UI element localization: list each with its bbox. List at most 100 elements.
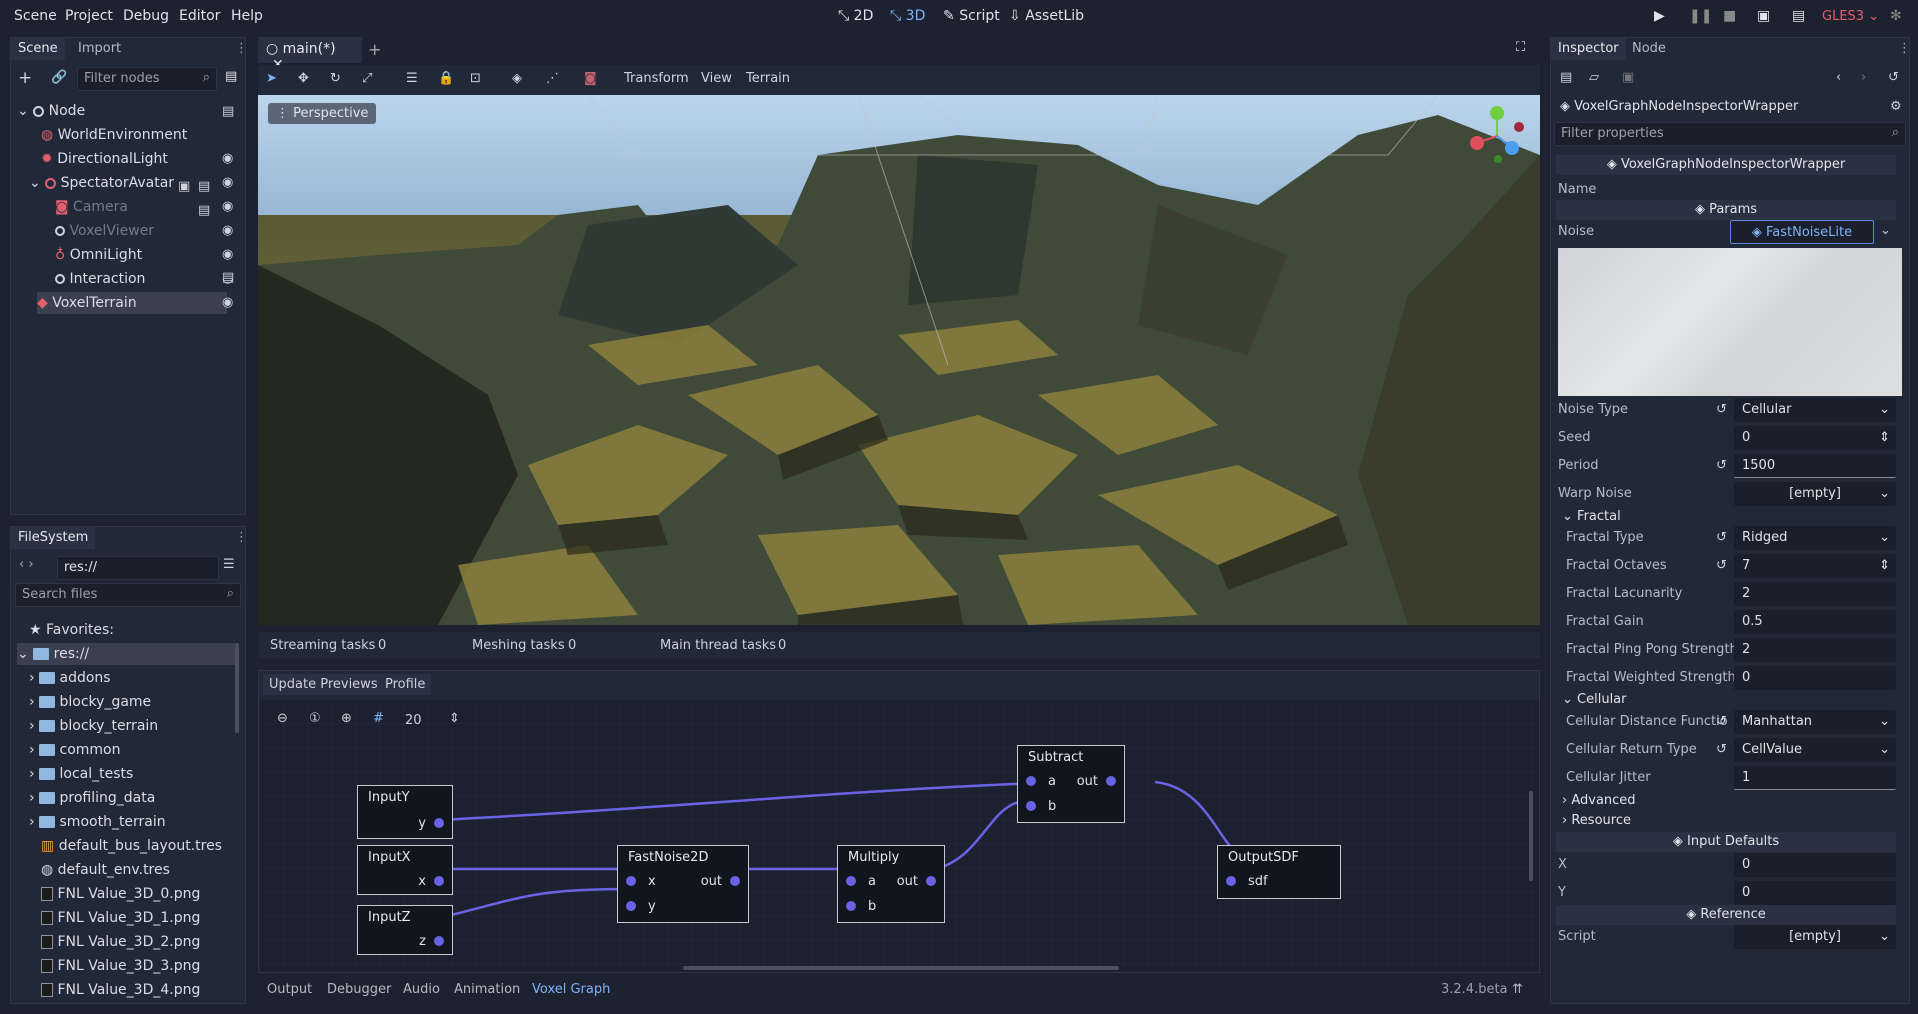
output-port[interactable] [434,936,444,946]
reset-icon[interactable]: ↺ [1716,558,1727,573]
file-item[interactable]: ⌄ res:// [17,643,235,665]
workspace-3d[interactable]: ⤡ 3D [890,8,925,24]
view-menu[interactable]: View [701,71,732,86]
tree-item-voxelterrain[interactable]: ◆ VoxelTerrain [37,292,227,314]
menu-editor[interactable]: Editor [179,8,220,24]
add-node-icon[interactable]: + [18,68,32,88]
tree-item-camera[interactable]: ◙ Camera [55,196,128,218]
file-item[interactable]: ◍ default_env.tres [41,859,170,881]
play-scene-icon[interactable]: ▣ [1757,8,1770,24]
snap-grid-icon[interactable]: # [373,711,384,726]
menu-scene[interactable]: Scene [14,8,57,24]
tab-scene[interactable]: Scene [11,38,65,60]
chevron-down-icon[interactable]: ⌄ [1880,223,1891,238]
filter-nodes-input[interactable]: Filter nodes ⌕ [77,67,217,91]
input-port[interactable] [1226,876,1236,886]
graph-hscrollbar[interactable] [683,966,1119,970]
group-advanced[interactable]: › Advanced [1562,793,1636,808]
save-icon[interactable]: ▣ [1622,70,1634,85]
tree-item-directionallight[interactable]: ✹ DirectionalLight [41,148,168,170]
stepper-icon[interactable]: ⇕ [449,711,460,726]
y-field[interactable]: 0 [1734,881,1896,905]
tab-audio[interactable]: Audio [403,982,440,997]
workspace-2d[interactable]: ⤡ 2D [838,8,873,24]
period-slider[interactable]: 1500 [1734,454,1896,478]
file-item[interactable]: › common [29,739,121,761]
graph-node-multiply[interactable]: Multiply a out b [837,845,945,923]
tab-inspector[interactable]: Inspector [1551,38,1626,60]
history-back-icon[interactable]: ‹ [1836,70,1841,85]
group-fractal[interactable]: ⌄ Fractal [1562,509,1621,524]
workspace-script[interactable]: ✎ Script [943,8,1000,24]
add-tab-icon[interactable]: + [368,40,381,59]
new-resource-icon[interactable]: ▤ [1560,70,1572,85]
reset-icon[interactable]: ↺ [1716,458,1727,473]
lacunarity-field[interactable]: 2 [1734,582,1896,606]
list-tool-icon[interactable]: ☰ [406,71,418,86]
history-forward-icon[interactable]: › [1861,70,1866,85]
reset-icon[interactable]: ↺ [1716,402,1727,417]
file-item[interactable]: ▥ default_bus_layout.tres [41,835,222,857]
cellular-return-select[interactable]: CellValue ⌄ [1734,738,1896,762]
update-previews-button[interactable]: Update Previews [263,674,384,695]
tab-animation[interactable]: Animation [454,982,520,997]
graph-vscrollbar[interactable] [1529,791,1533,881]
graph-node-fastnoise2d[interactable]: FastNoise2D x out y [617,845,749,923]
warp-noise-select[interactable]: [empty] ⌄ [1734,482,1896,506]
reset-icon[interactable]: ↺ [1716,742,1727,757]
tree-item-node[interactable]: ⌄ Node [17,100,85,122]
file-item[interactable]: FNL Value_3D_4.png [41,979,200,1001]
transform-menu[interactable]: Transform [624,71,689,86]
scene-tab-main[interactable]: ○ main(*) ✕ [258,37,362,73]
select-tool-icon[interactable]: ➤ [266,71,277,86]
file-item[interactable]: › addons [29,667,111,689]
group-resource[interactable]: › Resource [1562,813,1631,828]
output-port[interactable] [730,876,740,886]
graph-node-subtract[interactable]: Subtract a out b [1017,745,1125,823]
tab-output[interactable]: Output [267,982,312,997]
noise-resource-button[interactable]: ◈ FastNoiseLite [1730,220,1874,244]
fullscreen-icon[interactable]: ⛶ [1516,40,1525,55]
output-port[interactable] [926,876,936,886]
pause-icon[interactable]: ❚❚ [1689,8,1712,24]
seed-spinbox[interactable]: 0 ⇕ [1734,426,1896,450]
graph-node-inputx[interactable]: InputX x [357,845,453,895]
file-item[interactable]: › smooth_terrain [29,811,166,833]
x-field[interactable]: 0 [1734,853,1896,877]
zoom-reset-icon[interactable]: ① [309,711,321,726]
dock-menu-icon[interactable]: ⋮ [235,41,248,56]
file-item[interactable]: FNL Value_3D_1.png [41,907,200,929]
rotate-tool-icon[interactable]: ↻ [330,71,341,86]
eye-closed-icon[interactable]: ◡ [222,271,233,286]
file-item[interactable]: › profiling_data [29,787,155,809]
scale-tool-icon[interactable]: ⤢ [362,71,372,86]
weighted-field[interactable]: 0 [1734,666,1896,690]
tree-item-omnilight[interactable]: ♁ OmniLight [55,244,142,266]
input-port[interactable] [1026,801,1036,811]
script-icon[interactable]: ▤ [222,104,234,119]
reset-icon[interactable]: ↺ [1716,530,1727,545]
file-item[interactable]: › local_tests [29,763,133,785]
axis-gizmo[interactable] [1462,101,1532,171]
script-add-icon[interactable]: ▤ [225,69,237,84]
object-tools-icon[interactable]: ⚙ [1890,99,1902,114]
dock-menu-icon[interactable]: ⋮ [1898,41,1911,56]
local-space-icon[interactable]: ◈ [512,71,522,86]
pingpong-field[interactable]: 2 [1734,638,1896,662]
tab-debugger[interactable]: Debugger [327,982,391,997]
eye-icon[interactable]: ◉ [222,223,233,238]
tree-item-interaction[interactable]: Interaction [55,268,145,290]
zoom-in-icon[interactable]: ⊕ [341,711,352,726]
zoom-out-icon[interactable]: ⊖ [277,711,288,726]
script-select[interactable]: [empty] ⌄ [1734,925,1896,949]
path-field[interactable]: res:// [57,556,219,580]
perspective-menu[interactable]: ⋮ Perspective [268,103,377,124]
tab-import[interactable]: Import [71,38,128,60]
back-icon[interactable]: ‹ › [19,557,34,572]
file-item[interactable]: › blocky_terrain [29,715,158,737]
eye-icon[interactable]: ◉ [222,151,233,166]
menu-help[interactable]: Help [231,8,263,24]
output-port[interactable] [434,818,444,828]
tab-voxel-graph[interactable]: Voxel Graph [532,982,610,997]
workspace-assetlib[interactable]: ⇩ AssetLib [1009,8,1084,24]
